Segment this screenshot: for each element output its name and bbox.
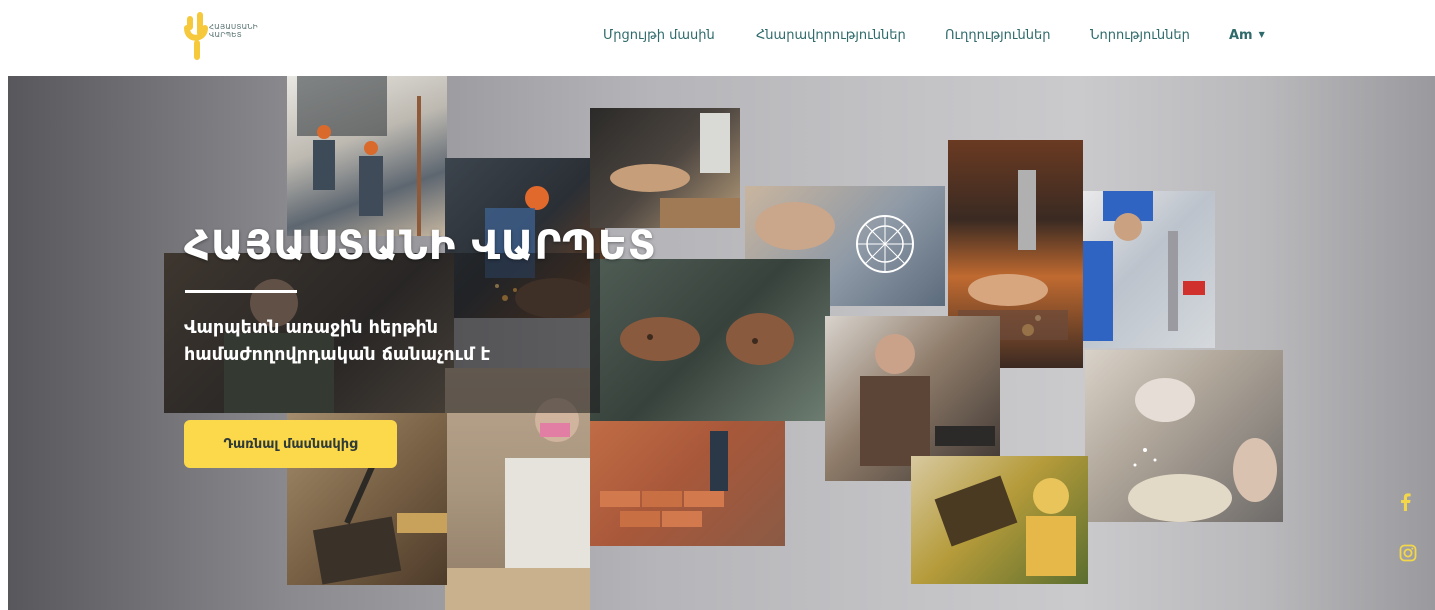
chevron-down-icon: ▼ (1258, 30, 1265, 39)
hands-tool-illustration (610, 113, 740, 228)
hero-title: ՀԱՅԱՍՏԱՆԻ ՎԱՐՊԵՏ (184, 223, 657, 269)
language-selector[interactable]: Am ▼ (1229, 28, 1265, 43)
hero-subtitle: Վարպետն առաջին հերթին համաժողովրդական ճա… (184, 318, 491, 365)
beekeeper-illustration (934, 475, 1076, 576)
photo-craftsman-hands-tool (590, 108, 740, 228)
photo-plumber (1083, 191, 1215, 348)
photo-dirty-hands (590, 259, 830, 421)
nav-item-directions[interactable]: Ուղղություններ (945, 28, 1051, 43)
photo-construction-workers (287, 76, 447, 236)
dirty-hands-illustration (620, 313, 794, 365)
baker-illustration (1128, 378, 1277, 522)
logo[interactable]: ՀԱՅԱՍՏԱՆԻ ՎԱՐՊԵՏ (183, 10, 283, 62)
nav-item-opportunities[interactable]: Հնարավորություններ (756, 28, 906, 43)
logo-line-1: ՀԱՅԱՍՏԱՆԻ (209, 23, 258, 31)
photo-beekeeper (911, 456, 1088, 584)
instagram-icon[interactable] (1399, 544, 1417, 566)
nav-item-news[interactable]: Նորություններ (1090, 28, 1190, 43)
hero-section: ՀԱՅԱՍՏԱՆԻ ՎԱՐՊԵՏ Վարպետն առաջին հերթին հ… (8, 76, 1435, 610)
workers-illustration (297, 76, 421, 236)
facebook-icon[interactable] (1399, 493, 1411, 515)
site-header: ՀԱՅԱՍՏԱՆԻ ՎԱՐՊԵՏ Մրցույթի մասին Հնարավոր… (0, 0, 1435, 76)
logo-icon (184, 12, 208, 60)
title-divider (185, 290, 297, 293)
join-participant-button[interactable]: Դառնալ մասնակից (184, 420, 397, 468)
logo-line-2: ՎԱՐՊԵՏ (209, 31, 242, 39)
photo-baker-flour (1085, 350, 1283, 522)
bricks-illustration (600, 431, 728, 527)
photo-bricklaying (590, 421, 785, 546)
nav-item-about[interactable]: Մրցույթի մասին (603, 28, 715, 43)
plumber-illustration (1083, 191, 1205, 341)
language-label: Am (1229, 28, 1253, 43)
logo-text: ՀԱՅԱՍՏԱՆԻ ՎԱՐՊԵՏ (209, 23, 258, 39)
